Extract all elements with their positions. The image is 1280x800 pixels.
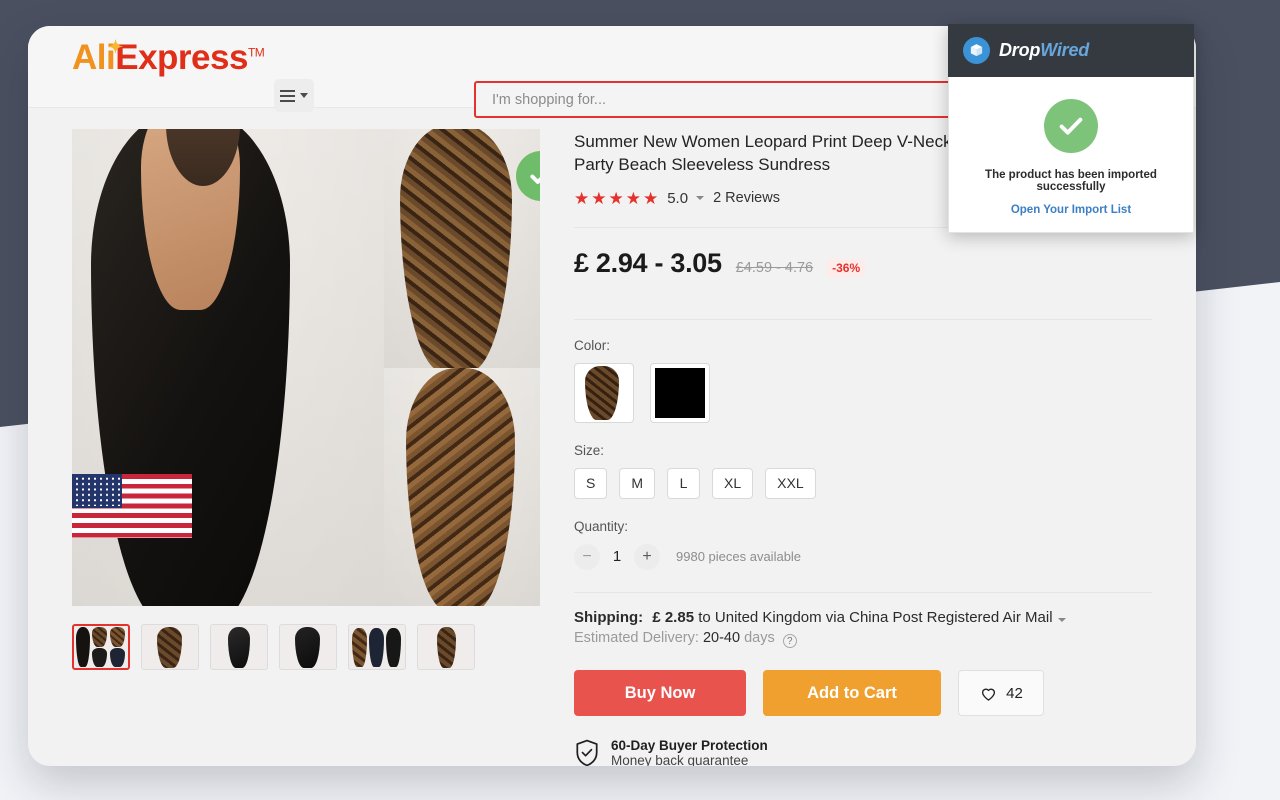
thumbnail-1[interactable] bbox=[72, 624, 130, 670]
size-section: Size: S M L XL XXL bbox=[574, 443, 1152, 499]
thumbnail-3[interactable] bbox=[210, 624, 268, 670]
chevron-down-icon bbox=[300, 93, 308, 98]
discount-badge: -36% bbox=[827, 258, 866, 277]
color-swatch-black[interactable] bbox=[650, 362, 710, 423]
buy-now-button[interactable]: Buy Now bbox=[574, 670, 746, 717]
shipping-label: Shipping: bbox=[574, 608, 644, 626]
size-label: Size: bbox=[574, 442, 605, 458]
logo-spark-icon: ✦ bbox=[108, 37, 123, 57]
open-import-list-link[interactable]: Open Your Import List bbox=[963, 204, 1179, 216]
dropwired-popup: DropWired The product has been imported … bbox=[948, 24, 1194, 233]
stock-availability: 9980 pieces available bbox=[676, 549, 802, 565]
shipping-chevron-down-icon[interactable] bbox=[1057, 617, 1066, 622]
review-count[interactable]: 2 Reviews bbox=[713, 190, 780, 206]
shipping-line: Shipping: £ 2.85 to United Kingdom via C… bbox=[574, 609, 1152, 626]
screen: ✦ AliExpressTM I'm shopping for... Summe… bbox=[0, 0, 1280, 800]
logo-tm-text: TM bbox=[247, 45, 265, 60]
main-product-image[interactable] bbox=[72, 129, 540, 606]
action-buttons: Buy Now Add to Cart 42 bbox=[574, 670, 1152, 717]
logo-express-text: Express bbox=[115, 38, 248, 77]
us-flag-overlay bbox=[72, 474, 192, 538]
eta-value: 20-40 bbox=[702, 629, 741, 646]
protection-title: 60-Day Buyer Protection bbox=[611, 738, 768, 754]
product-gallery bbox=[72, 129, 540, 766]
quantity-value[interactable]: 1 bbox=[610, 548, 624, 565]
thumbnail-4[interactable] bbox=[279, 624, 337, 670]
heart-icon bbox=[982, 688, 996, 701]
check-circle-icon bbox=[530, 174, 540, 184]
divider-price bbox=[574, 318, 1152, 320]
current-price: £ 2.94 - 3.05 bbox=[574, 247, 722, 278]
size-option-m[interactable]: M bbox=[619, 467, 656, 499]
estimated-delivery: Estimated Delivery: 20-40 days ? bbox=[574, 630, 1152, 649]
aliexpress-logo[interactable]: ✦ AliExpressTM bbox=[72, 37, 265, 77]
color-swatches bbox=[574, 362, 1152, 423]
add-to-cart-button[interactable]: Add to Cart bbox=[763, 670, 941, 717]
eta-unit: days bbox=[744, 629, 775, 646]
thumbnail-2[interactable] bbox=[141, 624, 199, 670]
success-check-badge bbox=[1044, 99, 1098, 153]
dropwired-popup-body: The product has been imported successful… bbox=[948, 77, 1194, 233]
dropwired-brand: DropWired bbox=[999, 40, 1089, 61]
color-section: Color: bbox=[574, 338, 1152, 423]
thumbnail-5[interactable] bbox=[348, 624, 406, 670]
check-icon bbox=[1059, 117, 1083, 135]
thumbnail-strip bbox=[72, 624, 540, 670]
brand-wired-text: Wired bbox=[1040, 40, 1090, 60]
divider-shipping bbox=[574, 591, 1152, 593]
rating-chevron-down-icon[interactable] bbox=[696, 196, 705, 201]
color-swatch-leopard[interactable] bbox=[574, 362, 634, 423]
shipping-destination: to United Kingdom via China Post Registe… bbox=[698, 608, 1053, 626]
quantity-stepper: − 1 + 9980 pieces available bbox=[574, 543, 1152, 570]
shipping-price: £ 2.85 bbox=[652, 608, 695, 626]
price-block: £ 2.94 - 3.05 £4.59 - 4.76 -36% bbox=[574, 228, 1152, 299]
size-option-xxl[interactable]: XXL bbox=[765, 467, 816, 499]
eta-label: Estimated Delivery: bbox=[574, 629, 699, 646]
quantity-decrease-button[interactable]: − bbox=[574, 543, 600, 570]
wishlist-button[interactable]: 42 bbox=[958, 670, 1044, 717]
help-icon[interactable]: ? bbox=[782, 634, 797, 649]
size-options: S M L XL XXL bbox=[574, 467, 1152, 499]
size-option-xl[interactable]: XL bbox=[712, 467, 754, 499]
rating-score: 5.0 bbox=[667, 189, 689, 207]
dropwired-popup-header: DropWired bbox=[948, 24, 1194, 77]
quantity-increase-button[interactable]: + bbox=[634, 543, 660, 570]
quantity-section: Quantity: − 1 + 9980 pieces available bbox=[574, 519, 1152, 570]
color-label: Color: bbox=[574, 337, 611, 353]
size-option-l[interactable]: L bbox=[667, 467, 701, 499]
protection-subtitle: Money back guarantee bbox=[611, 753, 749, 766]
original-price: £4.59 - 4.76 bbox=[735, 259, 814, 276]
wishlist-count: 42 bbox=[1006, 684, 1023, 702]
flag-canton bbox=[72, 474, 122, 508]
quantity-label: Quantity: bbox=[574, 518, 629, 534]
brand-drop-text: Drop bbox=[999, 40, 1041, 60]
thumbnail-6[interactable] bbox=[417, 624, 475, 670]
hamburger-menu-icon bbox=[280, 89, 295, 102]
package-box-icon bbox=[963, 37, 990, 64]
import-success-message: The product has been imported successful… bbox=[985, 169, 1157, 193]
rating-stars: ★★★★★ bbox=[574, 188, 661, 208]
size-option-s[interactable]: S bbox=[574, 467, 608, 499]
shipping-section: Shipping: £ 2.85 to United Kingdom via C… bbox=[574, 609, 1152, 649]
buyer-protection: 60-Day Buyer Protection Money back guara… bbox=[574, 738, 1152, 766]
shield-check-icon bbox=[576, 740, 598, 766]
